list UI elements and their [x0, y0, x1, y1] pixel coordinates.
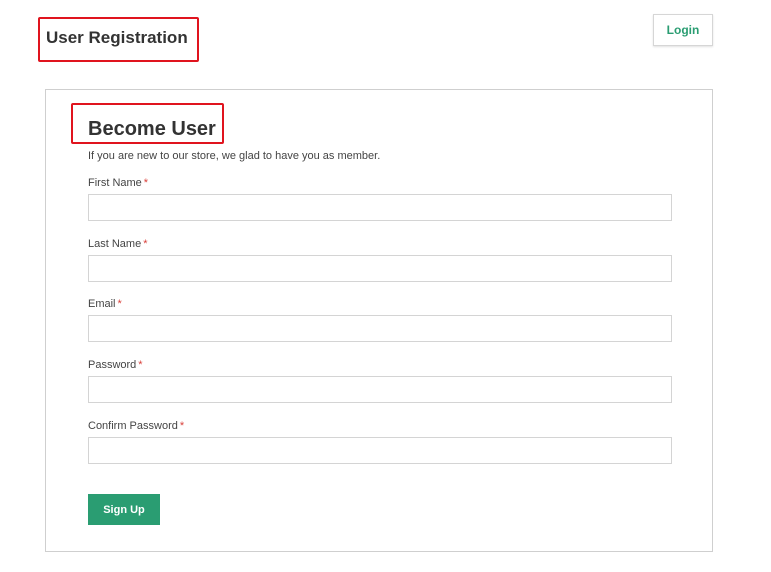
password-label-text: Password — [88, 359, 137, 371]
required-marker: * — [179, 420, 185, 432]
confirm-password-label: Confirm Password * — [88, 419, 672, 433]
password-label: Password * — [88, 358, 672, 372]
first-name-label: First Name * — [88, 176, 672, 190]
required-marker: * — [138, 359, 143, 371]
confirm-password-label-text: Confirm Password — [88, 420, 178, 432]
required-marker: * — [117, 298, 122, 310]
password-field: Password * — [88, 358, 672, 403]
first-name-label-text: First Name — [88, 177, 142, 189]
last-name-field: Last Name * — [88, 237, 672, 282]
last-name-label: Last Name * — [88, 237, 672, 251]
form-title: Become User — [88, 118, 216, 140]
confirm-password-field: Confirm Password * — [88, 419, 672, 464]
required-marker: * — [143, 177, 149, 189]
password-input[interactable] — [88, 376, 672, 403]
login-button[interactable]: Login — [653, 14, 713, 46]
registration-page: User Registration Login Become User If y… — [0, 0, 771, 572]
required-marker: * — [143, 238, 148, 250]
first-name-field: First Name * — [88, 176, 672, 221]
last-name-input[interactable] — [88, 255, 672, 282]
confirm-password-input[interactable] — [88, 437, 672, 464]
email-label-text: Email — [88, 298, 116, 310]
sign-up-button[interactable]: Sign Up — [88, 494, 160, 525]
email-label: Email * — [88, 297, 672, 311]
page-title: User Registration — [46, 28, 188, 47]
first-name-input[interactable] — [88, 194, 672, 221]
registration-form-card: Become User If you are new to our store,… — [45, 89, 713, 552]
email-input[interactable] — [88, 315, 672, 342]
last-name-label-text: Last Name — [88, 238, 142, 250]
form-subtitle: If you are new to our store, we glad to … — [88, 150, 381, 162]
email-field: Email * — [88, 297, 672, 342]
